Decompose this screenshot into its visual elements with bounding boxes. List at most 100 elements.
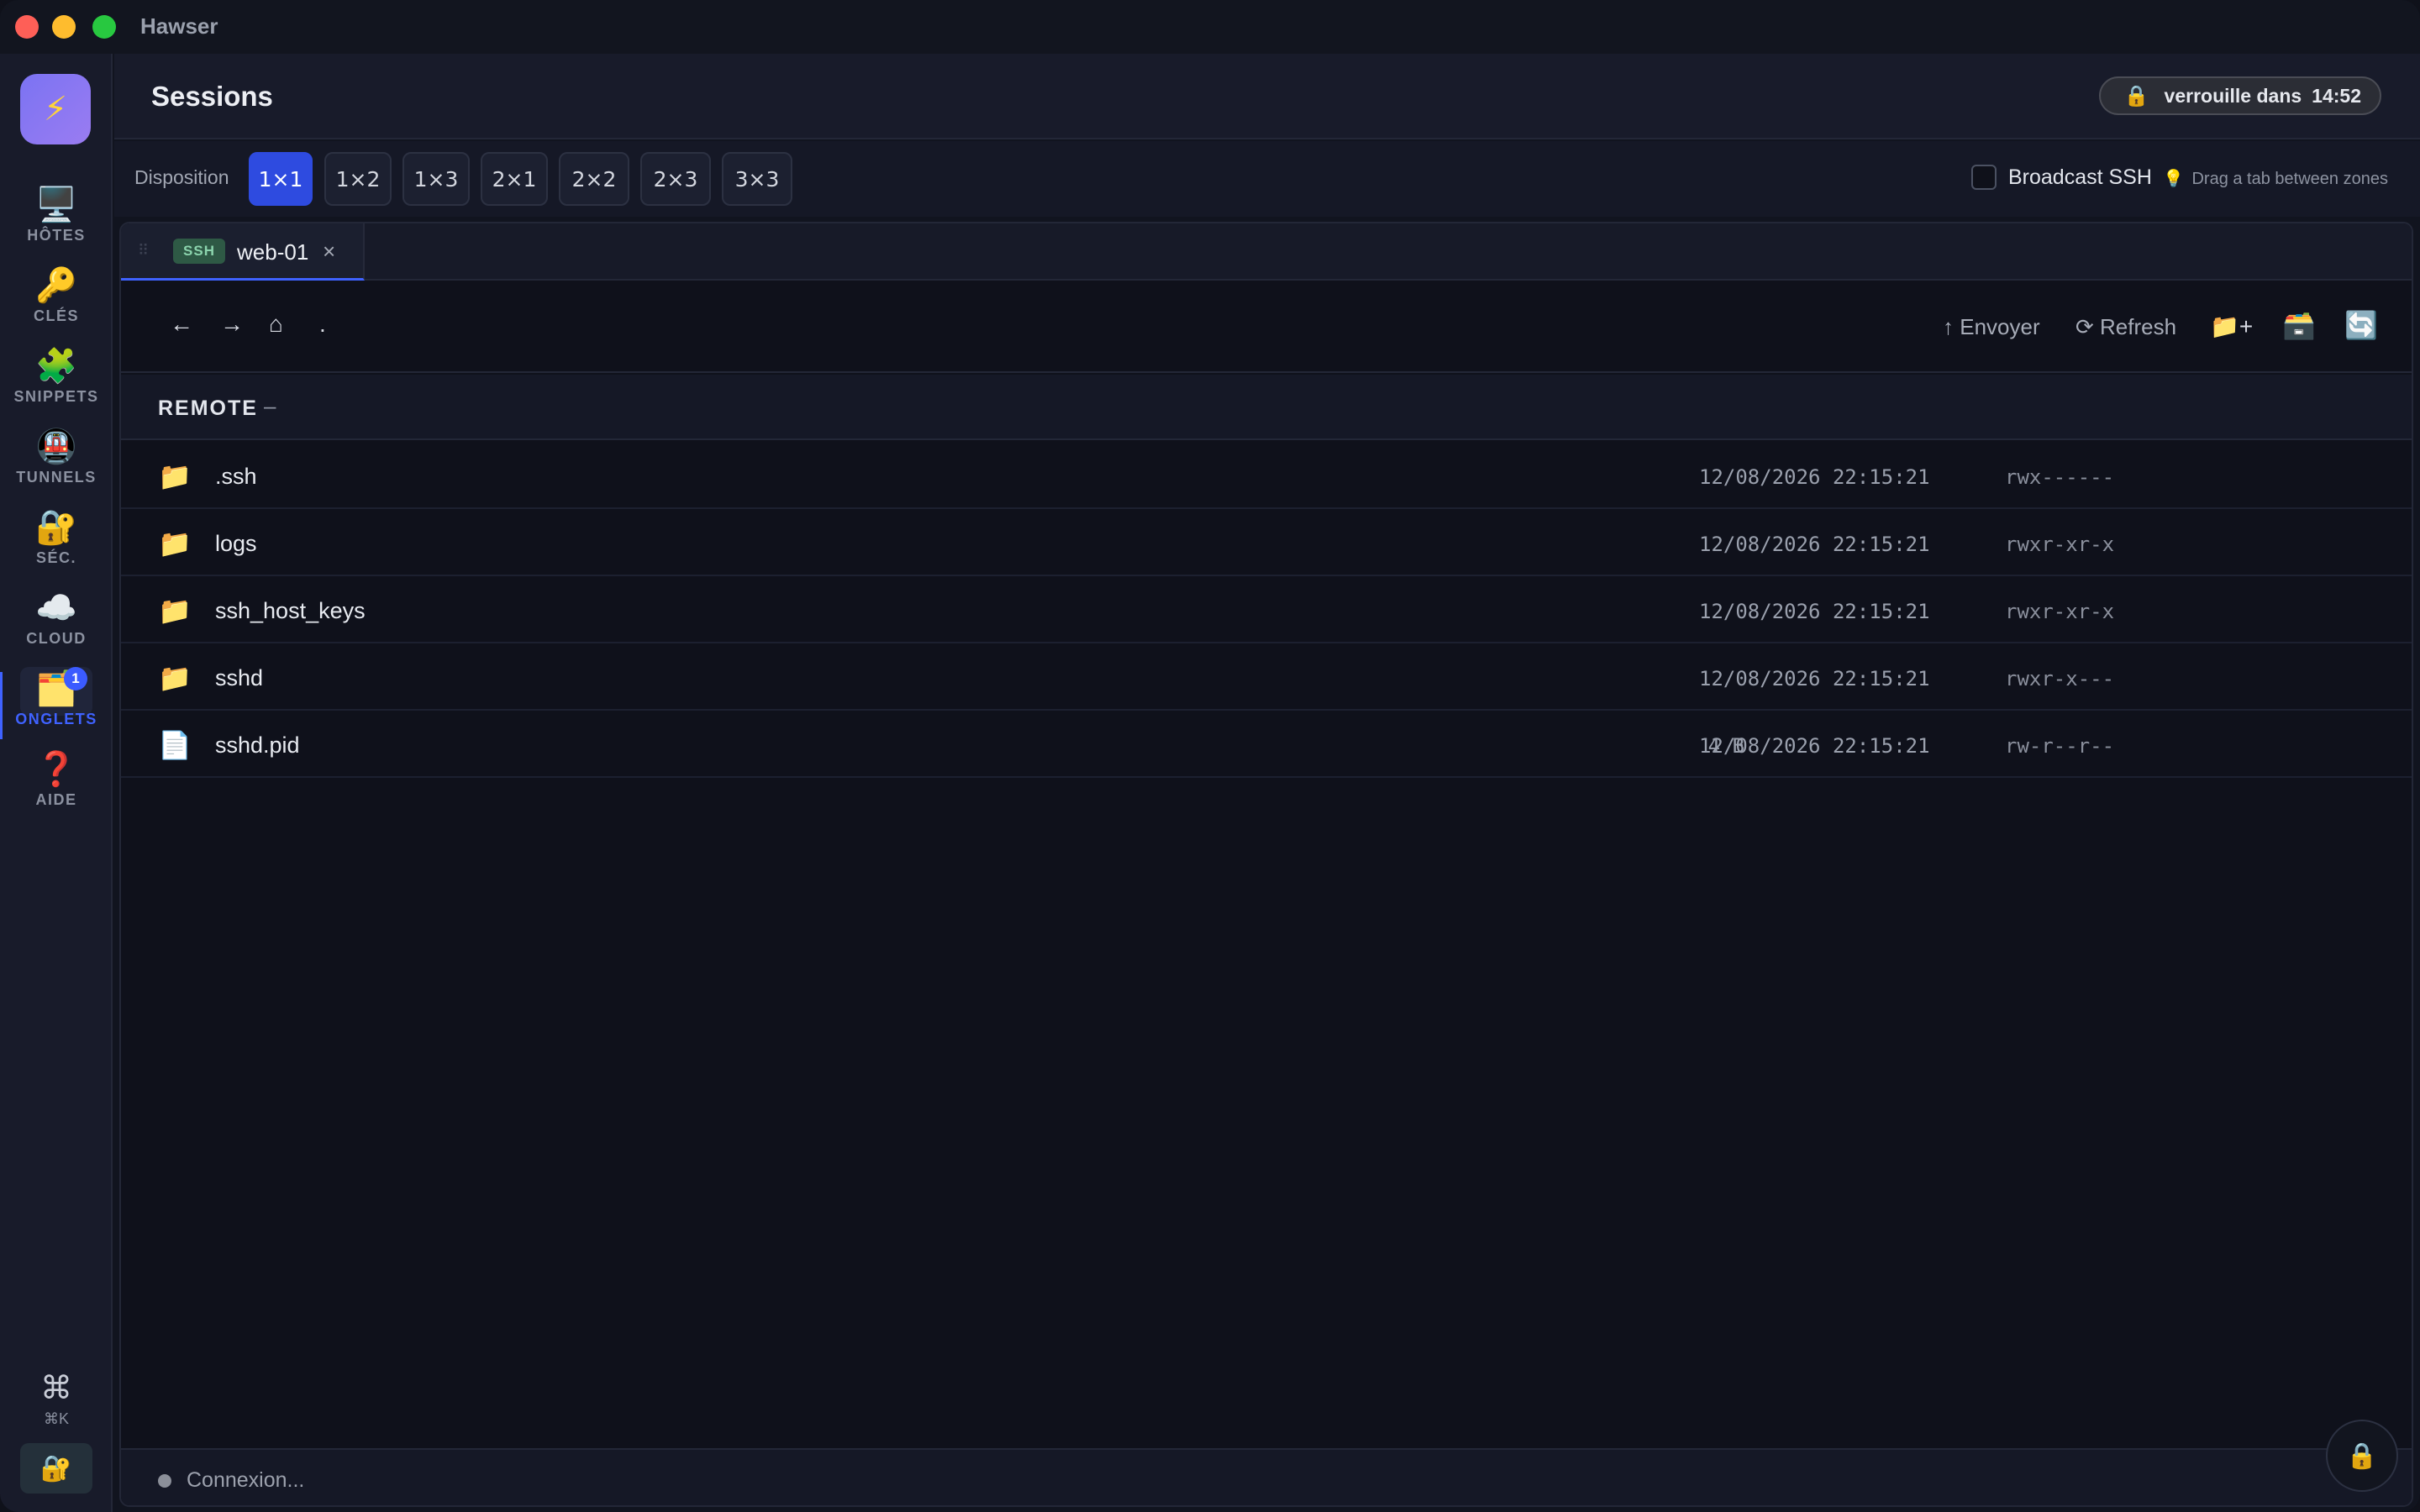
- folder-icon: 📁: [158, 461, 192, 491]
- sidebar-item-tunnels[interactable]: 🚇 TUNNELS: [0, 427, 113, 502]
- sidebar-item-label: TUNNELS: [16, 469, 97, 486]
- drag-handle-icon[interactable]: ⠿: [138, 242, 149, 260]
- help-question-icon: ❓: [35, 751, 77, 788]
- file-row[interactable]: 📄 sshd.pid 4 B 12/08/2026 22:15:21 rw-r-…: [121, 711, 2412, 778]
- file-name: logs: [215, 531, 257, 556]
- minimize-window-button[interactable]: [52, 15, 76, 39]
- logo-lightning-icon[interactable]: ⚡: [20, 74, 91, 144]
- lock-icon: 🔒: [2346, 1441, 2378, 1470]
- connection-status-dot: [158, 1474, 171, 1488]
- session-panel: ⠿ SSH web-01 × ← → ⌂ . ↑ Envoyer ⟳ Refre…: [119, 222, 2413, 1507]
- sidebar-item-label: CLÉS: [33, 307, 79, 324]
- command-shortcut-label: ⌘K: [43, 1410, 69, 1427]
- broadcast-checkbox[interactable]: [1971, 165, 1996, 190]
- layout-option-3x3[interactable]: 3×3: [722, 152, 792, 206]
- refresh-button[interactable]: ⟳ Refresh: [2075, 314, 2176, 340]
- file-row[interactable]: 📁 sshd 12/08/2026 22:15:21 rwxr-x---: [121, 643, 2412, 711]
- sidebar-item-onglets[interactable]: 🗂️ 1 ONGLETS: [0, 667, 113, 744]
- layout-option-2x1[interactable]: 2×1: [481, 152, 548, 206]
- lock-key-icon: 🔐: [40, 1454, 72, 1483]
- file-name: ssh_host_keys: [215, 598, 366, 623]
- lock-key-icon: 🔐: [35, 509, 77, 546]
- broadcast-ssh-toggle[interactable]: Broadcast SSH: [1971, 165, 2152, 190]
- session-tab-web-01[interactable]: ⠿ SSH web-01 ×: [121, 223, 365, 281]
- file-name: sshd: [215, 665, 264, 690]
- file-row[interactable]: 📁 logs 12/08/2026 22:15:21 rwxr-xr-x: [121, 509, 2412, 576]
- zoom-window-button[interactable]: [92, 15, 116, 39]
- sync-icon[interactable]: 🔄: [2344, 309, 2378, 341]
- status-bar: Connexion...: [121, 1448, 2412, 1505]
- ssh-badge: SSH: [173, 239, 225, 264]
- collapse-remote-button[interactable]: –: [264, 393, 276, 419]
- lock-icon: 🔒: [2123, 84, 2149, 108]
- auto-lock-time: 14:52: [2312, 84, 2361, 107]
- file-permissions: rwxr-x---: [2005, 667, 2115, 690]
- lock-app-button[interactable]: 🔐: [20, 1443, 92, 1494]
- home-icon[interactable]: ⌂: [269, 311, 283, 338]
- layout-label: Disposition: [134, 166, 229, 188]
- title-bar: Hawser: [0, 0, 2420, 54]
- file-permissions: rw-r--r--: [2005, 734, 2115, 758]
- close-tab-icon[interactable]: ×: [323, 239, 335, 265]
- sidebar-item-securite[interactable]: 🔐 SÉC.: [0, 507, 113, 583]
- close-window-button[interactable]: [15, 15, 39, 39]
- sidebar-item-label: AIDE: [35, 791, 77, 808]
- file-date: 12/08/2026 22:15:21: [1699, 667, 1930, 690]
- folder-icon: 📁: [158, 596, 192, 626]
- layout-option-1x1[interactable]: 1×1: [249, 152, 313, 206]
- remote-label: REMOTE: [158, 396, 258, 420]
- layout-option-2x3[interactable]: 2×3: [640, 152, 711, 206]
- folder-icon: 📁: [158, 528, 192, 559]
- cloud-icon: ☁️: [35, 590, 77, 627]
- sidebar-item-snippets[interactable]: 🧩 SNIPPETS: [0, 346, 113, 422]
- remote-section-header: REMOTE –: [121, 375, 2412, 440]
- puzzle-icon: 🧩: [35, 348, 77, 385]
- layout-option-1x2[interactable]: 1×2: [324, 152, 392, 206]
- monitor-icon: 🖥️: [35, 186, 77, 223]
- page-title: Sessions: [151, 81, 273, 112]
- app-title: Hawser: [140, 13, 218, 39]
- lightbulb-icon: 💡: [2163, 170, 2184, 188]
- card-box-icon[interactable]: 🗃️: [2282, 309, 2316, 341]
- layout-option-2x2[interactable]: 2×2: [559, 152, 629, 206]
- page-header: Sessions 🔒 verrouille dans 14:52: [114, 54, 2420, 139]
- active-indicator: [0, 672, 3, 739]
- sidebar-item-label: HÔTES: [27, 227, 86, 244]
- file-date: 12/08/2026 22:15:21: [1699, 465, 1930, 489]
- layout-option-1x3[interactable]: 1×3: [402, 152, 470, 206]
- upload-button[interactable]: ↑ Envoyer: [1943, 314, 2040, 340]
- drag-hint-text: Drag a tab between zones: [2191, 170, 2388, 188]
- forward-arrow-icon[interactable]: →: [220, 311, 244, 338]
- auto-lock-timer[interactable]: 🔒 verrouille dans 14:52: [2098, 76, 2381, 115]
- layout-toolbar: Disposition 1×1 1×2 1×3 2×1 2×2 2×3 3×3 …: [114, 141, 2420, 217]
- broadcast-label: Broadcast SSH: [2008, 165, 2152, 189]
- file-row[interactable]: 📁 .ssh 12/08/2026 22:15:21 rwx------: [121, 442, 2412, 509]
- new-folder-icon[interactable]: 📁+: [2210, 312, 2253, 340]
- file-date: 12/08/2026 22:15:21: [1699, 600, 1930, 623]
- connection-status-text: Connexion...: [187, 1468, 305, 1492]
- drag-hint: 💡 Drag a tab between zones: [2163, 168, 2388, 189]
- file-toolbar: ← → ⌂ . ↑ Envoyer ⟳ Refresh 📁+ 🗃️ 🔄: [121, 282, 2412, 373]
- current-path[interactable]: .: [319, 311, 326, 338]
- floating-lock-button[interactable]: 🔒: [2326, 1420, 2398, 1492]
- file-row[interactable]: 📁 ssh_host_keys 12/08/2026 22:15:21 rwxr…: [121, 576, 2412, 643]
- sidebar-item-cles[interactable]: 🔑 CLÉS: [0, 265, 113, 341]
- sidebar-item-hotes[interactable]: 🖥️ HÔTES: [0, 185, 113, 260]
- file-permissions: rwxr-xr-x: [2005, 600, 2115, 623]
- back-arrow-icon[interactable]: ←: [170, 311, 193, 338]
- sidebar-item-label: SNIPPETS: [13, 388, 99, 405]
- file-name: sshd.pid: [215, 732, 300, 758]
- sidebar-item-aide[interactable]: ❓ AIDE: [0, 749, 113, 825]
- sidebar-item-label: CLOUD: [26, 630, 87, 647]
- sidebar-item-cloud[interactable]: ☁️ CLOUD: [0, 588, 113, 664]
- file-name: .ssh: [215, 464, 257, 489]
- folder-icon: 📁: [158, 663, 192, 693]
- file-date: 12/08/2026 22:15:21: [1699, 734, 1930, 758]
- file-permissions: rwx------: [2005, 465, 2115, 489]
- command-palette-button[interactable]: ⌘ ⌘K: [0, 1369, 113, 1428]
- sidebar: ⚡ 🖥️ HÔTES 🔑 CLÉS 🧩 SNIPPETS 🚇 TUNNELS 🔐…: [0, 54, 113, 1512]
- session-tab-bar: ⠿ SSH web-01 ×: [121, 223, 2412, 281]
- sidebar-item-label: SÉC.: [35, 549, 76, 566]
- command-icon: ⌘: [40, 1371, 72, 1406]
- file-icon: 📄: [158, 730, 192, 760]
